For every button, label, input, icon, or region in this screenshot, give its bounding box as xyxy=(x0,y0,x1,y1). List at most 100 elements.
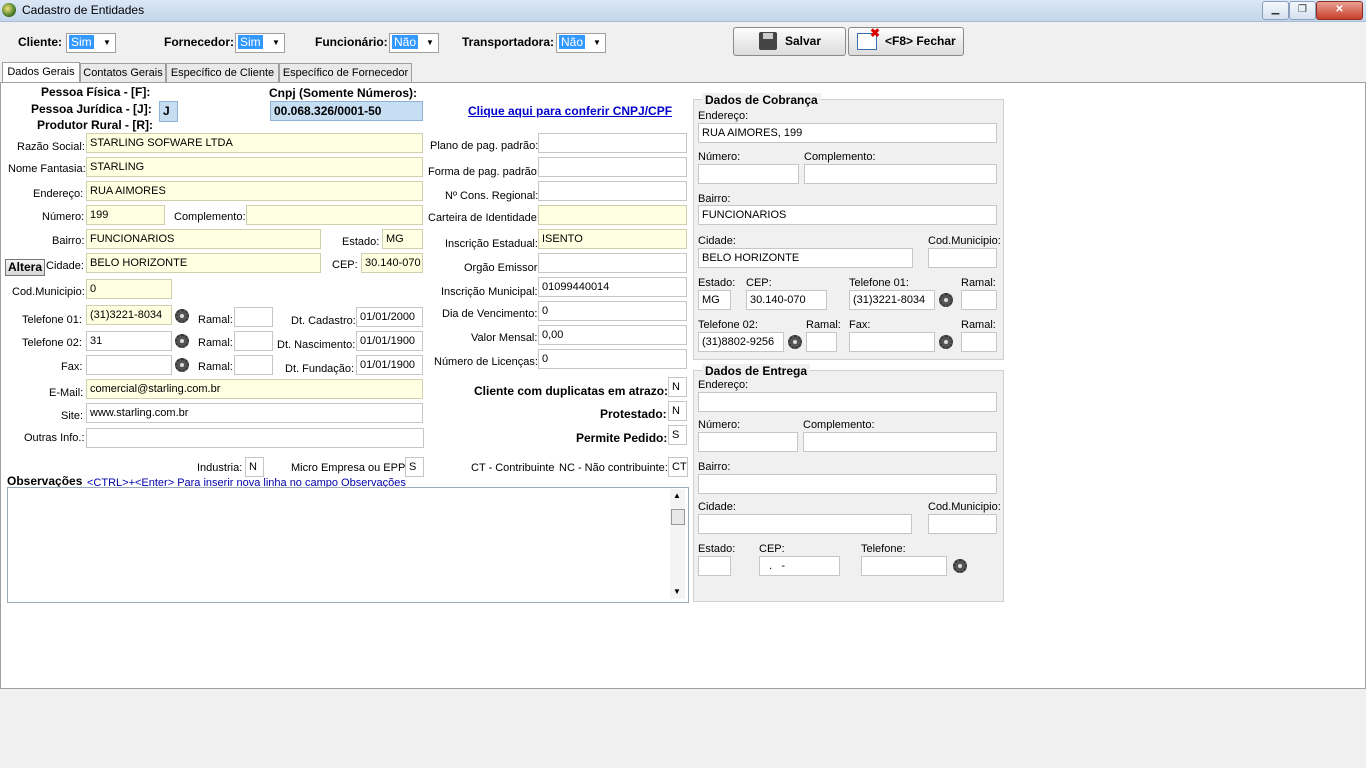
cidade-field[interactable]: BELO HORIZONTE xyxy=(86,253,321,273)
ramal3-field[interactable] xyxy=(234,355,273,375)
cob-codmun-field[interactable] xyxy=(928,248,997,268)
ent-bairro-field[interactable] xyxy=(698,474,997,494)
cnpj-field[interactable]: 00.068.326/0001-50 xyxy=(270,101,423,121)
gear-icon[interactable] xyxy=(939,335,953,349)
transportadora-select[interactable]: Não ▼ xyxy=(556,33,606,53)
ent-numero-field[interactable] xyxy=(698,432,798,452)
gear-icon[interactable] xyxy=(939,293,953,307)
cob-tel2-field[interactable]: (31)8802-9256 xyxy=(698,332,784,352)
tab-especifico-cliente[interactable]: Específico de Cliente xyxy=(166,63,279,83)
gear-icon[interactable] xyxy=(953,559,967,573)
ramal3-label: Ramal: xyxy=(198,361,233,373)
gear-icon[interactable] xyxy=(175,334,189,348)
contribuinte-field[interactable]: CT xyxy=(668,457,688,477)
scroll-down-icon[interactable]: ▼ xyxy=(673,587,681,596)
ramal1-field[interactable] xyxy=(234,307,273,327)
bairro-field[interactable]: FUNCIONARIOS xyxy=(86,229,321,249)
funcionario-value: Não xyxy=(392,35,419,49)
scroll-up-icon[interactable]: ▲ xyxy=(673,491,681,500)
ent-codmun-field[interactable] xyxy=(928,514,997,534)
venc-field[interactable]: 0 xyxy=(538,301,687,321)
nome-fantasia-field[interactable]: STARLING xyxy=(86,157,423,177)
fax-field[interactable] xyxy=(86,355,172,375)
scroll-thumb[interactable] xyxy=(671,509,685,525)
razao-social-field[interactable]: STARLING SOFWARE LTDA xyxy=(86,133,423,153)
ent-endereco-field[interactable] xyxy=(698,392,997,412)
valor-field[interactable]: 0,00 xyxy=(538,325,687,345)
observacoes-textarea[interactable] xyxy=(7,487,689,603)
maximize-button[interactable]: ❐ xyxy=(1289,1,1316,20)
cob-numero-field[interactable] xyxy=(698,164,799,184)
inscmun-field[interactable]: 01099440014 xyxy=(538,277,687,297)
cob-endereco-field[interactable]: RUA AIMORES, 199 xyxy=(698,123,997,143)
email-field[interactable]: comercial@starling.com.br xyxy=(86,379,423,399)
complemento-field[interactable] xyxy=(246,205,423,225)
ent-telefone-field[interactable] xyxy=(861,556,947,576)
cep-field[interactable]: 30.140-070 xyxy=(361,253,423,273)
numero-field[interactable]: 199 xyxy=(86,205,165,225)
ent-cidade-field[interactable] xyxy=(698,514,912,534)
cliente-select[interactable]: Sim ▼ xyxy=(66,33,116,53)
observacoes-scrollbar[interactable]: ▲ ▼ xyxy=(670,489,685,599)
identidade-field[interactable] xyxy=(538,205,687,225)
licencas-field[interactable]: 0 xyxy=(538,349,687,369)
cob-tel1-field[interactable]: (31)3221-8034 xyxy=(849,290,935,310)
funcionario-select[interactable]: Não ▼ xyxy=(389,33,439,53)
ent-cep-field[interactable]: . - xyxy=(759,556,840,576)
ent-numero-label: Número: xyxy=(698,419,741,431)
cob-fax-label: Fax: xyxy=(849,319,871,331)
duplicatas-field[interactable]: N xyxy=(668,377,687,397)
cons-regional-field[interactable] xyxy=(538,181,687,201)
protestado-field[interactable]: N xyxy=(668,401,687,421)
micro-field[interactable]: S xyxy=(405,457,424,477)
gear-icon[interactable] xyxy=(175,309,189,323)
dtfund-field[interactable]: 01/01/1900 xyxy=(356,355,423,375)
close-form-button[interactable]: ✖ <F8> Fechar xyxy=(848,27,964,56)
ent-estado-field[interactable] xyxy=(698,556,731,576)
estado-field[interactable]: MG xyxy=(382,229,423,249)
dtcad-field[interactable]: 01/01/2000 xyxy=(356,307,423,327)
close-button[interactable]: ✕ xyxy=(1316,1,1363,20)
chevron-down-icon: ▼ xyxy=(593,38,601,47)
conferir-cnpj-link[interactable]: Clique aqui para conferir CNPJ/CPF xyxy=(468,104,672,118)
cob-fax-field[interactable] xyxy=(849,332,935,352)
nc-label: NC - Não contribuinte: xyxy=(559,462,668,474)
window-title: Cadastro de Entidades xyxy=(22,3,145,17)
gear-icon[interactable] xyxy=(175,358,189,372)
inscest-field[interactable]: ISENTO xyxy=(538,229,687,249)
site-field[interactable]: www.starling.com.br xyxy=(86,403,423,423)
cob-estado-field[interactable]: MG xyxy=(698,290,731,310)
plano-field[interactable] xyxy=(538,133,687,153)
codmun-field[interactable]: 0 xyxy=(86,279,172,299)
cobranca-title: Dados de Cobrança xyxy=(702,93,821,107)
tab-especifico-fornecedor[interactable]: Específico de Fornecedor xyxy=(279,63,412,83)
tab-contatos-gerais[interactable]: Contatos Gerais xyxy=(80,63,166,83)
permite-field[interactable]: S xyxy=(668,425,687,445)
altera-button[interactable]: Altera xyxy=(5,259,46,276)
dtnasc-field[interactable]: 01/01/1900 xyxy=(356,331,423,351)
industria-field[interactable]: N xyxy=(245,457,264,477)
endereco-field[interactable]: RUA AIMORES xyxy=(86,181,423,201)
ent-endereco-label: Endereço: xyxy=(698,379,749,391)
tel2-field[interactable]: 31 xyxy=(86,331,172,351)
cob-ramal1-field[interactable] xyxy=(961,290,997,310)
outras-info-field[interactable] xyxy=(86,428,424,448)
tipo-pessoa-field[interactable]: J xyxy=(159,101,178,122)
tel1-field[interactable]: (31)3221-8034 xyxy=(86,305,172,325)
ent-complemento-field[interactable] xyxy=(803,432,997,452)
orgao-field[interactable] xyxy=(538,253,687,273)
ramal2-field[interactable] xyxy=(234,331,273,351)
save-button[interactable]: Salvar xyxy=(733,27,846,56)
minimize-button[interactable]: ▁ xyxy=(1262,1,1289,20)
tab-dados-gerais[interactable]: Dados Gerais xyxy=(2,62,80,84)
cob-cep-field[interactable]: 30.140-070 xyxy=(746,290,827,310)
cob-ramal2-field[interactable] xyxy=(806,332,837,352)
cob-complemento-field[interactable] xyxy=(804,164,997,184)
micro-label: Micro Empresa ou EPP: xyxy=(291,462,409,474)
cob-ramal3-field[interactable] xyxy=(961,332,997,352)
forma-field[interactable] xyxy=(538,157,687,177)
fornecedor-select[interactable]: Sim ▼ xyxy=(235,33,285,53)
cob-bairro-field[interactable]: FUNCIONARIOS xyxy=(698,205,997,225)
cob-cidade-field[interactable]: BELO HORIZONTE xyxy=(698,248,913,268)
gear-icon[interactable] xyxy=(788,335,802,349)
